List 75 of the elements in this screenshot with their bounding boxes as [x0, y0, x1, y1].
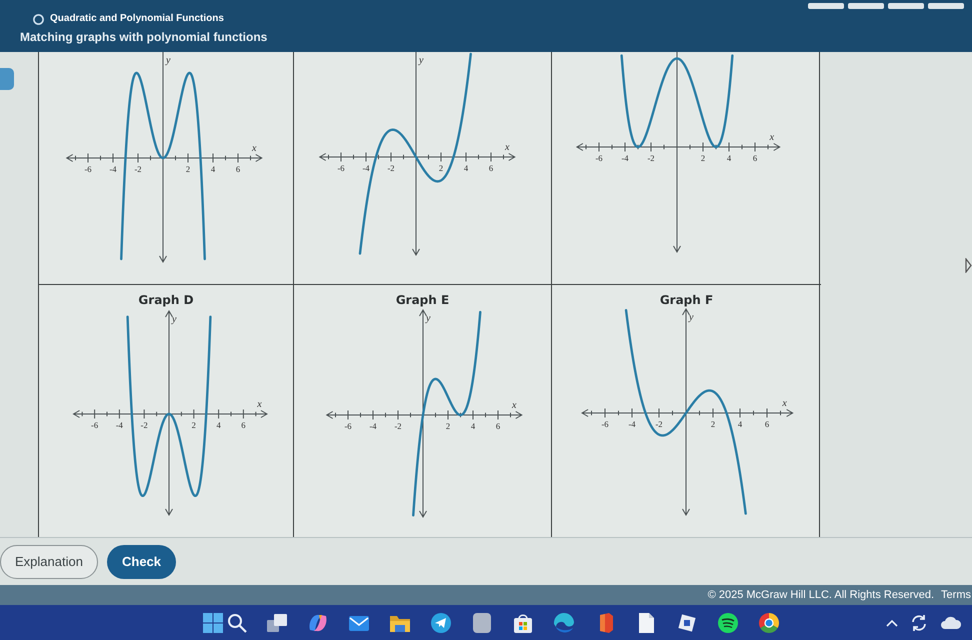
circle-stripes-icon[interactable] [717, 612, 739, 634]
progress-segment [848, 3, 884, 9]
tick-label: -4 [362, 163, 370, 173]
tick-label: -4 [628, 419, 636, 429]
tick-label: 4 [738, 419, 742, 429]
tick-label: -4 [116, 420, 123, 430]
windows-logo-icon[interactable] [202, 612, 224, 634]
tick-label: 6 [236, 164, 240, 174]
axis-label: y [419, 55, 424, 66]
caret-icon[interactable] [965, 258, 972, 273]
tick-label: 2 [446, 421, 450, 431]
progress-segment [888, 3, 924, 9]
tick-label: -2 [647, 153, 655, 163]
tick-label: 2 [186, 164, 190, 174]
progress-segment [928, 3, 964, 9]
tick-label: 6 [241, 420, 246, 430]
paper-plane-icon[interactable] [430, 612, 452, 634]
tick-label: 6 [752, 153, 758, 163]
tick-label: -4 [369, 421, 377, 431]
axis-label: x [257, 399, 262, 410]
axis-label: x [512, 400, 516, 411]
cloud-icon[interactable] [940, 616, 962, 630]
tick-label: -2 [387, 163, 395, 173]
progress-segment [808, 3, 844, 9]
tick-label: 2 [192, 420, 196, 430]
tick-label: 4 [210, 164, 216, 174]
axis-label: x [505, 142, 510, 153]
axis-label: y [426, 313, 430, 324]
tick-label: -2 [134, 164, 142, 174]
tick-label: 4 [726, 153, 732, 163]
graph-title: Graph D [138, 293, 194, 307]
graph-title: Graph E [396, 293, 450, 307]
tick-label: 4 [464, 163, 468, 173]
tick-label: -4 [621, 153, 629, 163]
tick-label: 6 [764, 419, 770, 429]
axis-label: x [770, 132, 774, 143]
axis-label: x [252, 143, 256, 154]
tick-label: 2 [710, 419, 716, 429]
axis-label: y [172, 314, 176, 325]
tick-label: 6 [488, 163, 494, 173]
explanation-button[interactable]: Explanation [0, 544, 98, 578]
topic-title: Quadratic and Polynomial Functions [50, 13, 224, 25]
search-icon[interactable] [227, 612, 247, 632]
sync-icon[interactable] [910, 614, 928, 632]
tick-label: 6 [496, 421, 500, 431]
overlapping-squares-icon[interactable] [266, 612, 288, 634]
axis-label: x [782, 398, 787, 409]
copyright-text: © 2025 McGraw Hill LLC. All Rights Reserved. [708, 588, 934, 602]
tick-label: -6 [595, 153, 603, 163]
tick-label: 2 [438, 163, 444, 173]
shopping-bag-icon[interactable] [512, 612, 534, 634]
axis-label: y [166, 55, 170, 66]
graph-title: Graph F [660, 293, 714, 307]
circle-icon [33, 14, 44, 24]
terms-link[interactable]: Terms [941, 588, 971, 602]
page-title: Matching graphs with polynomial functions [20, 30, 268, 44]
tick-label: -2 [655, 419, 663, 429]
wave-swirl-icon[interactable] [553, 612, 575, 634]
tick-label: 4 [216, 420, 221, 430]
tick-label: 4 [470, 421, 476, 431]
tick-label: -6 [601, 419, 609, 429]
axis-label: y [689, 312, 694, 323]
app-tile-icon[interactable] [471, 612, 493, 634]
tick-label: -6 [337, 163, 345, 173]
tick-label: -6 [84, 164, 92, 174]
chevron-up-icon[interactable] [886, 618, 898, 626]
tick-label: -2 [394, 421, 402, 431]
segmented-circle-icon[interactable] [758, 612, 780, 634]
tick-label: -4 [109, 164, 117, 174]
tick-label: 2 [700, 153, 706, 163]
side-tab-icon[interactable] [0, 68, 14, 90]
tick-label: -2 [140, 420, 148, 430]
tick-label: -6 [344, 421, 352, 431]
check-button[interactable]: Check [107, 544, 176, 578]
tick-label: -6 [91, 420, 98, 430]
